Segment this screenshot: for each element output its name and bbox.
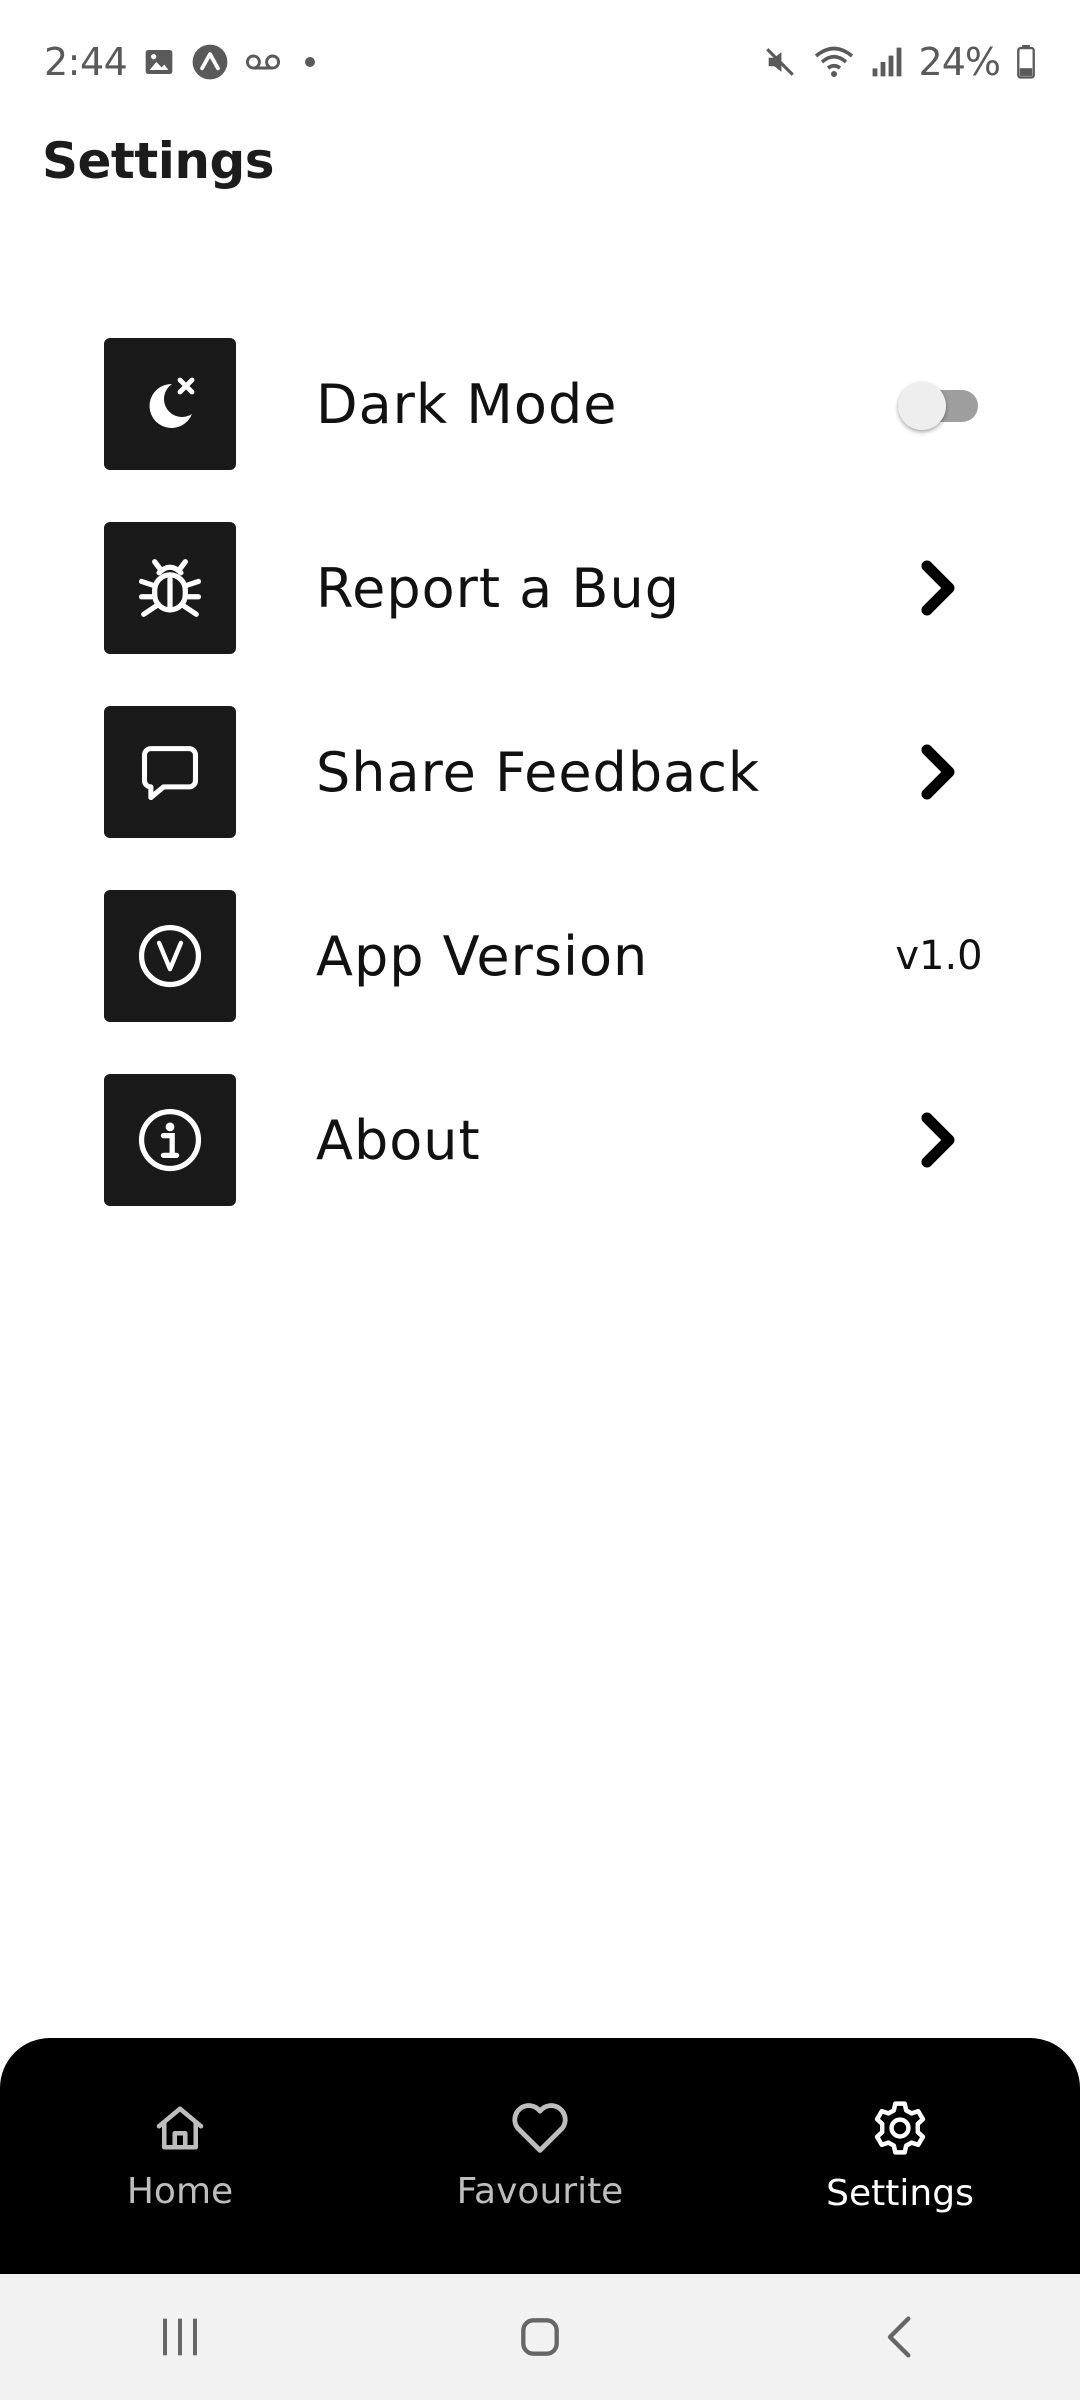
battery-percentage: 24% <box>918 40 1001 84</box>
nav-tab-favourite[interactable]: Favourite <box>390 2100 690 2212</box>
voicemail-icon <box>245 50 281 74</box>
signal-icon <box>871 46 903 78</box>
version-icon <box>104 890 236 1022</box>
recent-apps-icon <box>163 2318 197 2356</box>
page-title: Settings <box>42 132 275 190</box>
notification-dot-icon <box>305 57 316 67</box>
gallery-icon <box>143 46 175 78</box>
settings-item-dark-mode[interactable]: Dark Mode <box>104 338 994 470</box>
nav-label: Favourite <box>456 2171 624 2212</box>
mute-icon <box>763 45 797 79</box>
home-icon <box>152 2100 208 2161</box>
chevron-right-icon <box>884 1110 994 1170</box>
settings-item-label: App Version <box>316 924 649 988</box>
info-icon <box>104 1074 236 1206</box>
heart-icon <box>510 2100 570 2161</box>
status-bar: 2:44 24% <box>0 0 1080 124</box>
settings-item-app-version: App Version v1.0 <box>104 890 994 1022</box>
settings-item-label: Dark Mode <box>316 372 618 436</box>
bug-icon <box>104 522 236 654</box>
settings-item-share-feedback[interactable]: Share Feedback <box>104 706 994 838</box>
settings-list: Dark Mode Report a Bug Share Feedback Ap… <box>104 338 994 1258</box>
app-version-value: v1.0 <box>895 933 983 979</box>
status-time: 2:44 <box>44 40 128 84</box>
wifi-icon <box>813 45 855 79</box>
recent-apps-button[interactable] <box>80 2287 280 2387</box>
settings-screen: 2:44 24% Settings Dark Mode Report a Bug… <box>0 0 1080 2400</box>
bottom-navigation: Home Favourite Settings <box>0 2038 1080 2274</box>
chevron-right-icon <box>884 558 994 618</box>
status-right: 24% <box>763 40 1036 84</box>
settings-item-label: About <box>316 1108 481 1172</box>
chevron-right-icon <box>884 742 994 802</box>
system-navigation-bar <box>0 2274 1080 2400</box>
nav-label: Settings <box>826 2173 974 2214</box>
back-button[interactable] <box>800 2287 1000 2387</box>
toggle-thumb <box>898 382 946 430</box>
dark-mode-toggle-container <box>884 382 994 430</box>
home-system-button[interactable] <box>440 2287 640 2387</box>
nav-tab-settings[interactable]: Settings <box>750 2098 1050 2214</box>
back-icon <box>887 2316 911 2358</box>
app-version-value-container: v1.0 <box>884 933 994 979</box>
nav-tab-home[interactable]: Home <box>30 2100 330 2212</box>
status-left: 2:44 <box>44 40 316 84</box>
chat-bubble-icon <box>104 706 236 838</box>
app-notification-icon <box>191 43 229 81</box>
dark-mode-toggle[interactable] <box>898 382 980 430</box>
settings-item-about[interactable]: About <box>104 1074 994 1206</box>
moon-icon <box>104 338 236 470</box>
gear-icon <box>870 2098 930 2163</box>
settings-item-label: Share Feedback <box>316 740 761 804</box>
battery-icon <box>1016 45 1036 79</box>
settings-item-label: Report a Bug <box>316 556 680 620</box>
home-system-icon <box>521 2318 559 2356</box>
settings-item-report-bug[interactable]: Report a Bug <box>104 522 994 654</box>
nav-label: Home <box>126 2171 234 2212</box>
